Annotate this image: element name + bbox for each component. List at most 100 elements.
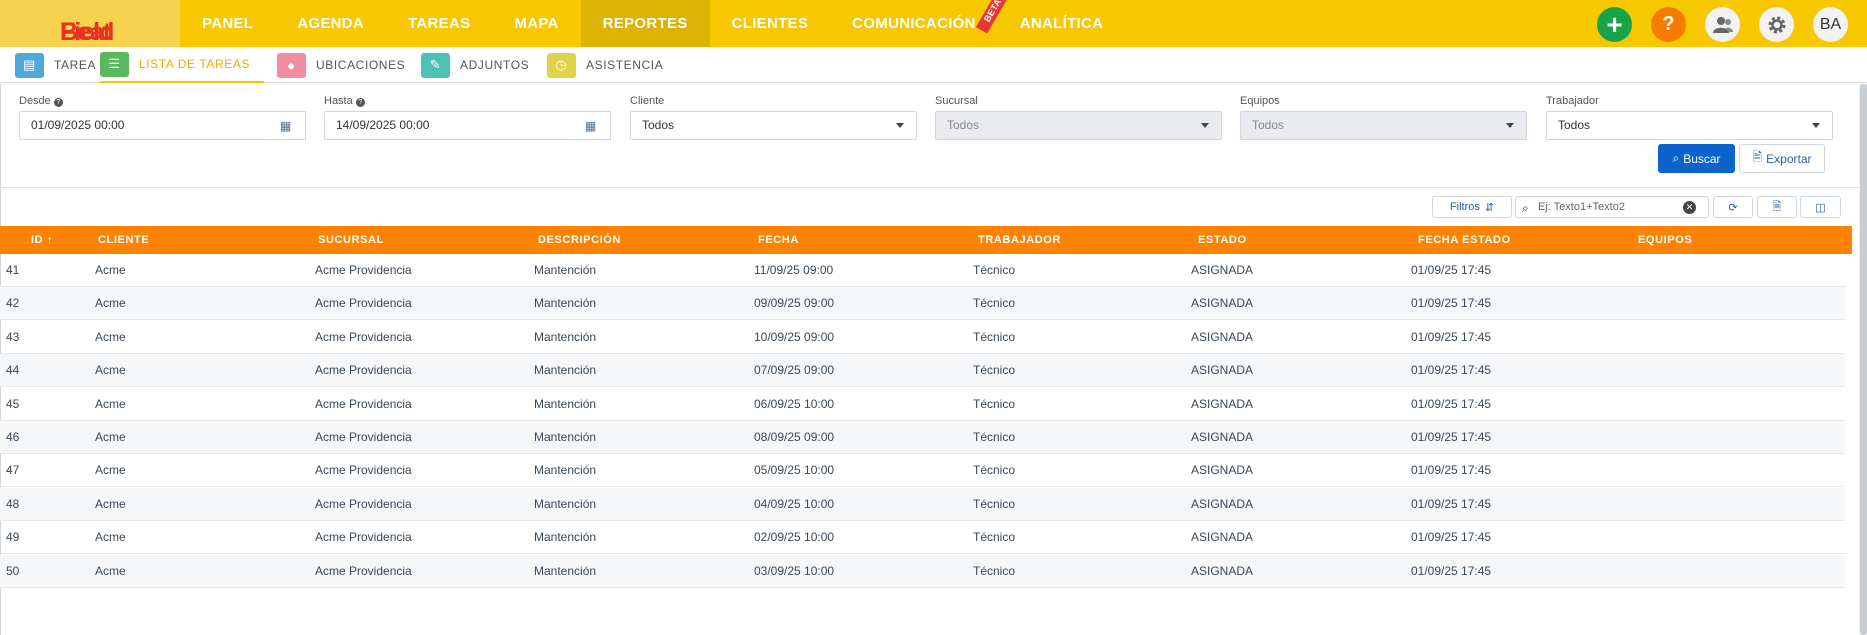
tab-asistencia[interactable]: ◷ ASISTENCIA bbox=[547, 47, 663, 83]
refresh-button[interactable]: ⟳ bbox=[1713, 196, 1753, 218]
clear-search-icon[interactable]: ✕ bbox=[1683, 201, 1696, 214]
table-cell-descripción: Mantención bbox=[534, 563, 597, 578]
vertical-scrollbar-thumb[interactable] bbox=[1860, 84, 1867, 635]
nav-mapa[interactable]: MAPA bbox=[492, 0, 580, 47]
table-row[interactable]: 44 Acme Acme Providencia Mantención 07/09/25… bbox=[0, 354, 1845, 388]
cliente-select[interactable]: Todos bbox=[630, 111, 917, 140]
table-cell-descripción: Mantención bbox=[534, 530, 597, 545]
table-cell-sucursal: Acme Providencia bbox=[315, 296, 412, 311]
table-cell-descripción: Mantención bbox=[534, 296, 597, 311]
table-cell-sucursal: Acme Providencia bbox=[315, 263, 412, 277]
search-icon: ⌕ bbox=[1522, 201, 1529, 215]
filtros-label: Filtros bbox=[1449, 201, 1480, 213]
table-row[interactable]: 41 Acme Acme Providencia Mantención 11/09/25… bbox=[0, 254, 1845, 287]
column-header-equipos[interactable]: EQUIPOS bbox=[1638, 226, 1692, 254]
table-cell-trabajador: Técnico bbox=[973, 296, 1016, 311]
table-cell-cliente: Acme bbox=[95, 496, 126, 511]
add-button[interactable]: + bbox=[1597, 7, 1632, 42]
exportar-button[interactable]: 🗎 Exportar bbox=[1739, 144, 1825, 173]
table-row[interactable]: 45 Acme Acme Providencia Mantención 06/09/25… bbox=[0, 388, 1845, 421]
table-cell-fecha: 07/09/25 09:00 bbox=[754, 363, 835, 378]
nav-analitica[interactable]: ANALÍTICA bbox=[998, 0, 1126, 47]
table-cell-estado: ASIGNADA bbox=[1191, 563, 1254, 578]
table-cell-cliente: Acme bbox=[95, 530, 126, 545]
table-cell-descripción: Mantención bbox=[534, 363, 597, 378]
table-cell-fecha-estado: 01/09/25 17:45 bbox=[1411, 363, 1492, 378]
table-cell-estado: ASIGNADA bbox=[1191, 496, 1254, 511]
table-cell-sucursal: Acme Providencia bbox=[315, 563, 412, 578]
fieldbeat-logo[interactable]: Field Beat bbox=[0, 0, 180, 47]
filtros-button[interactable]: Filtros ⇵ bbox=[1432, 196, 1512, 218]
tab-asistencia-label: ASISTENCIA bbox=[586, 58, 664, 72]
hasta-date-input[interactable]: 14/09/2025 00:00 bbox=[324, 111, 572, 140]
table-row[interactable]: 50 Acme Acme Providencia Mantención 03/09/25… bbox=[0, 554, 1845, 588]
nav-tareas[interactable]: TAREAS bbox=[386, 0, 492, 47]
table-cell-descripción: Mantención bbox=[534, 463, 597, 478]
help-button[interactable]: ? bbox=[1651, 7, 1686, 42]
tab-lista-de-tareas[interactable]: ☰ LISTA DE TAREAS bbox=[100, 47, 265, 83]
settings-button[interactable] bbox=[1759, 7, 1794, 42]
buscar-label: Buscar bbox=[1683, 151, 1721, 166]
table-row[interactable]: 47 Acme Acme Providencia Mantención 05/09/25… bbox=[0, 454, 1845, 488]
hasta-calendar-button[interactable]: ▦ bbox=[571, 111, 611, 140]
gear-icon bbox=[1768, 16, 1785, 33]
table-cell-fecha: 02/09/25 10:00 bbox=[754, 530, 835, 545]
table-cell-estado: ASIGNADA bbox=[1191, 463, 1254, 478]
table-cell-fecha-estado: 01/09/25 17:45 bbox=[1411, 263, 1492, 277]
table-cell-sucursal: Acme Providencia bbox=[315, 496, 412, 511]
tab-ubicaciones[interactable]: ● UBICACIONES bbox=[277, 47, 405, 83]
column-header-estado[interactable]: ESTADO bbox=[1198, 226, 1247, 254]
table-cell-fecha-estado: 01/09/25 17:45 bbox=[1411, 430, 1492, 444]
table-row[interactable]: 48 Acme Acme Providencia Mantención 04/09/25… bbox=[0, 487, 1845, 521]
column-header-descripcion[interactable]: DESCRIPCIÓN bbox=[538, 226, 621, 254]
table-cell-trabajador: Técnico bbox=[973, 496, 1016, 511]
table-cell-id: 43 bbox=[6, 329, 20, 344]
tab-tarea[interactable]: ▤ TAREA bbox=[15, 47, 96, 83]
table-cell-fecha: 09/09/25 09:00 bbox=[754, 296, 835, 311]
table-cell-id: 50 bbox=[6, 563, 20, 578]
buscar-button[interactable]: ⌕ Buscar bbox=[1658, 144, 1735, 173]
table-cell-id: 46 bbox=[6, 430, 20, 444]
table-row[interactable]: 42 Acme Acme Providencia Mantención 09/09/25… bbox=[0, 287, 1845, 321]
column-header-fecha-estado[interactable]: FECHA ESTADO bbox=[1418, 226, 1511, 254]
nav-clientes[interactable]: CLIENTES bbox=[710, 0, 831, 47]
nav-reportes[interactable]: REPORTES bbox=[580, 0, 710, 47]
table-cell-id: 48 bbox=[6, 496, 20, 511]
export-excel-button[interactable]: 🗎 bbox=[1757, 196, 1797, 218]
table-row[interactable]: 46 Acme Acme Providencia Mantención 08/09/25… bbox=[0, 421, 1845, 454]
column-header-fecha[interactable]: FECHA bbox=[758, 226, 799, 254]
sucursal-select[interactable]: Todos bbox=[935, 111, 1222, 140]
file-export-icon: 🗎 bbox=[1752, 150, 1763, 164]
nav-comunicacion[interactable]: COMUNICACIÓN BETA bbox=[830, 0, 1010, 47]
calendar-icon: ▦ bbox=[279, 118, 292, 133]
nav-panel[interactable]: PANEL bbox=[180, 0, 275, 47]
user-avatar[interactable]: BA bbox=[1813, 7, 1848, 42]
table-cell-sucursal: Acme Providencia bbox=[315, 530, 412, 545]
column-header-cliente[interactable]: CLIENTE bbox=[98, 226, 149, 254]
column-header-id[interactable]: ID ↑ bbox=[31, 226, 53, 254]
trabajador-select[interactable]: Todos bbox=[1546, 111, 1833, 140]
nav-agenda[interactable]: AGENDA bbox=[275, 0, 386, 47]
desde-calendar-button[interactable]: ▦ bbox=[266, 111, 306, 140]
exportar-label: Exportar bbox=[1766, 151, 1812, 166]
column-header-sucursal[interactable]: SUCURSAL bbox=[318, 226, 384, 254]
table-cell-estado: ASIGNADA bbox=[1191, 296, 1254, 311]
table-cell-trabajador: Técnico bbox=[973, 329, 1016, 344]
table-search-input[interactable]: ⌕ Ej: Texto1+Texto2 ✕ bbox=[1515, 196, 1709, 218]
table-cell-cliente: Acme bbox=[95, 296, 126, 311]
tab-adjuntos[interactable]: ✎ ADJUNTOS bbox=[421, 47, 529, 83]
tab-lista-label: LISTA DE TAREAS bbox=[139, 57, 251, 71]
table-row[interactable]: 43 Acme Acme Providencia Mantención 10/09/25… bbox=[0, 321, 1845, 354]
table-cell-estado: ASIGNADA bbox=[1191, 329, 1254, 344]
equipos-select-value: Todos bbox=[1252, 118, 1285, 132]
columns-toggle-button[interactable]: ◫ bbox=[1800, 196, 1841, 218]
table-cell-cliente: Acme bbox=[95, 430, 126, 444]
users-button[interactable] bbox=[1705, 7, 1740, 42]
desde-date-input[interactable]: 01/09/2025 00:00 bbox=[19, 111, 267, 140]
table-cell-trabajador: Técnico bbox=[973, 263, 1016, 277]
equipos-select[interactable]: Todos bbox=[1240, 111, 1527, 140]
table-row[interactable]: 49 Acme Acme Providencia Mantención 02/09/25… bbox=[0, 521, 1845, 555]
table-cell-estado: ASIGNADA bbox=[1191, 396, 1254, 411]
column-header-trabajador[interactable]: TRABAJADOR bbox=[978, 226, 1061, 254]
table-cell-fecha: 03/09/25 10:00 bbox=[754, 563, 835, 578]
